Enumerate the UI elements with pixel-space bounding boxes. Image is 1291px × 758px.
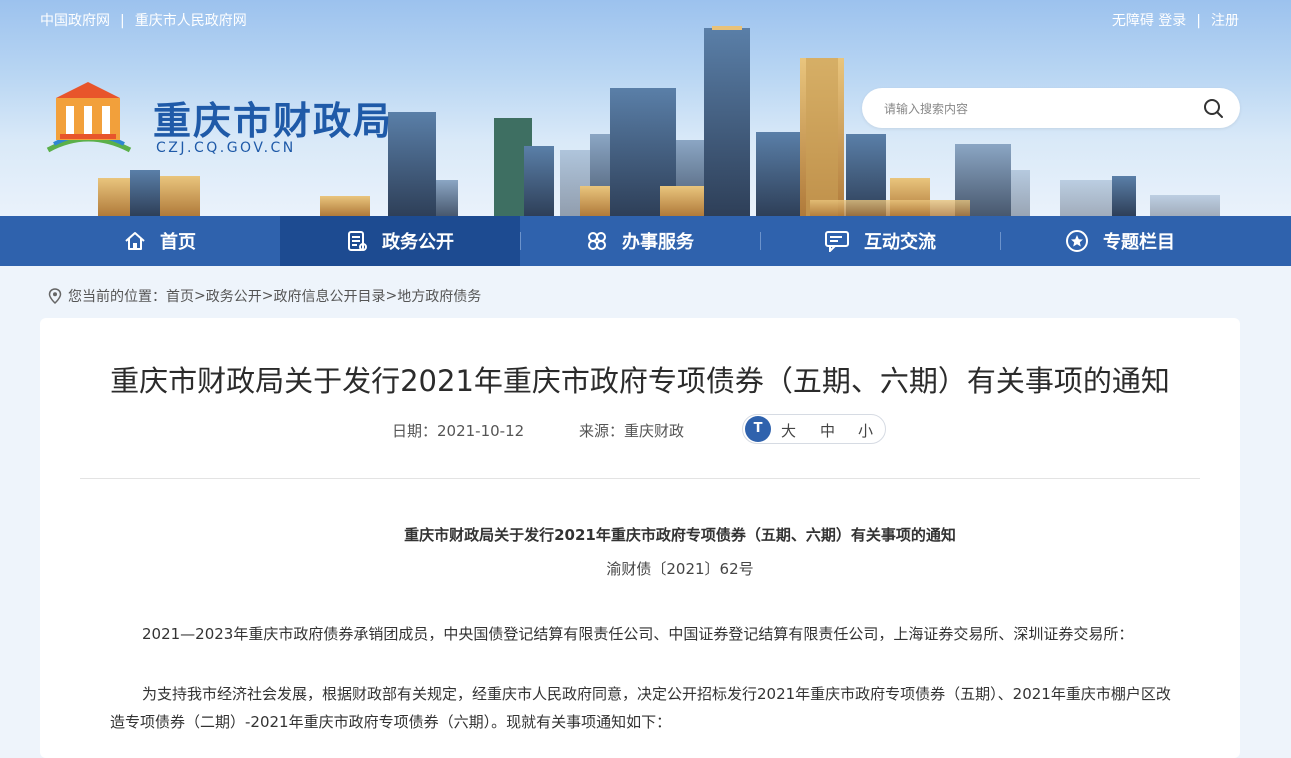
document-number: 渝财债〔2021〕62号 bbox=[606, 560, 754, 578]
article-date: 日期：2021-10-12 bbox=[392, 422, 525, 440]
breadcrumb-separator: > bbox=[385, 288, 398, 304]
nav-item-government-affairs[interactable]: 政务公开 bbox=[280, 216, 520, 266]
star-icon bbox=[1066, 230, 1088, 252]
site-name[interactable]: 重庆市财政局 bbox=[153, 90, 393, 145]
breadcrumb-info-directory[interactable]: 政府信息公开目录 bbox=[273, 286, 385, 306]
accessibility-link[interactable]: 无障碍 bbox=[1112, 13, 1154, 29]
topbar-separator: | bbox=[1196, 13, 1201, 29]
site-domain: CZJ.CQ.GOV.CN bbox=[156, 140, 296, 156]
breadcrumb-government-affairs[interactable]: 政务公开 bbox=[206, 286, 262, 306]
article-paragraph: 为支持我市经济社会发展，根据财政部有关规定，经重庆市人民政府同意，决定公开招标发… bbox=[110, 685, 1171, 731]
login-link[interactable]: 登录 bbox=[1158, 13, 1186, 29]
nav-item-label: 互动交流 bbox=[864, 232, 936, 253]
font-size-large[interactable]: 大 bbox=[781, 420, 796, 441]
breadcrumb-prefix: 您当前的位置： bbox=[68, 289, 166, 305]
topbar-separator: | bbox=[120, 13, 125, 29]
nav-item-label: 专题栏目 bbox=[1103, 232, 1175, 253]
services-icon bbox=[588, 232, 606, 250]
logo-emblem-icon[interactable] bbox=[40, 78, 136, 158]
nav-item-interaction[interactable]: 互动交流 bbox=[760, 216, 1000, 266]
chat-icon bbox=[825, 231, 849, 252]
link-chongqing-gov[interactable]: 重庆市人民政府网 bbox=[135, 13, 247, 29]
breadcrumb: 您当前的位置： 首页 > 政务公开 > 政府信息公开目录 > 地方政府债务 bbox=[48, 286, 481, 306]
main-nav: 首页 政务公开 办事服务 互动交流 专题栏目 bbox=[0, 216, 1291, 266]
nav-item-special-topics[interactable]: 专题栏目 bbox=[1000, 216, 1240, 266]
nav-item-label: 首页 bbox=[160, 232, 196, 253]
nav-item-home[interactable]: 首页 bbox=[40, 216, 280, 266]
location-pin-icon bbox=[48, 288, 62, 304]
font-size-control: T 大 中 小 bbox=[742, 414, 886, 444]
nav-item-label: 办事服务 bbox=[622, 232, 694, 253]
link-china-gov[interactable]: 中国政府网 bbox=[40, 13, 110, 29]
breadcrumb-home[interactable]: 首页 bbox=[166, 286, 194, 306]
breadcrumb-local-debt[interactable]: 地方政府债务 bbox=[397, 286, 481, 306]
document-title: 重庆市财政局关于发行2021年重庆市政府专项债券（五期、六期）有关事项的通知 bbox=[404, 526, 956, 544]
article-source: 来源：重庆财政 bbox=[579, 422, 685, 440]
article-card: 重庆市财政局关于发行2021年重庆市政府专项债券（五期、六期）有关事项的通知 日… bbox=[40, 318, 1240, 758]
divider bbox=[80, 478, 1200, 479]
breadcrumb-separator: > bbox=[194, 288, 206, 304]
top-bar: 中国政府网 | 重庆市人民政府网 无障碍 登录 | 注册 bbox=[0, 0, 1291, 36]
font-size-medium[interactable]: 中 bbox=[820, 420, 835, 441]
article-paragraph: 2021—2023年重庆市政府债券承销团成员，中央国债登记结算有限责任公司、中国… bbox=[142, 625, 1134, 643]
font-size-icon: T bbox=[745, 416, 771, 442]
article-meta: 日期：2021-10-12 来源：重庆财政 T 大 中 小 bbox=[40, 414, 1240, 444]
search-icon[interactable] bbox=[1202, 97, 1224, 119]
article-title: 重庆市财政局关于发行2021年重庆市政府专项债券（五期、六期）有关事项的通知 bbox=[110, 364, 1170, 398]
search-input[interactable] bbox=[882, 98, 1186, 120]
nav-item-label: 政务公开 bbox=[382, 232, 454, 253]
register-link[interactable]: 注册 bbox=[1211, 13, 1239, 29]
home-icon bbox=[125, 232, 145, 250]
header-banner: 中国政府网 | 重庆市人民政府网 无障碍 登录 | 注册 重庆市财政局 CZJ.CQ.G… bbox=[0, 0, 1291, 216]
font-size-small[interactable]: 小 bbox=[858, 420, 873, 441]
breadcrumb-separator: > bbox=[261, 288, 274, 304]
search-box bbox=[862, 88, 1240, 128]
nav-item-services[interactable]: 办事服务 bbox=[520, 216, 760, 266]
document-icon bbox=[348, 231, 367, 251]
